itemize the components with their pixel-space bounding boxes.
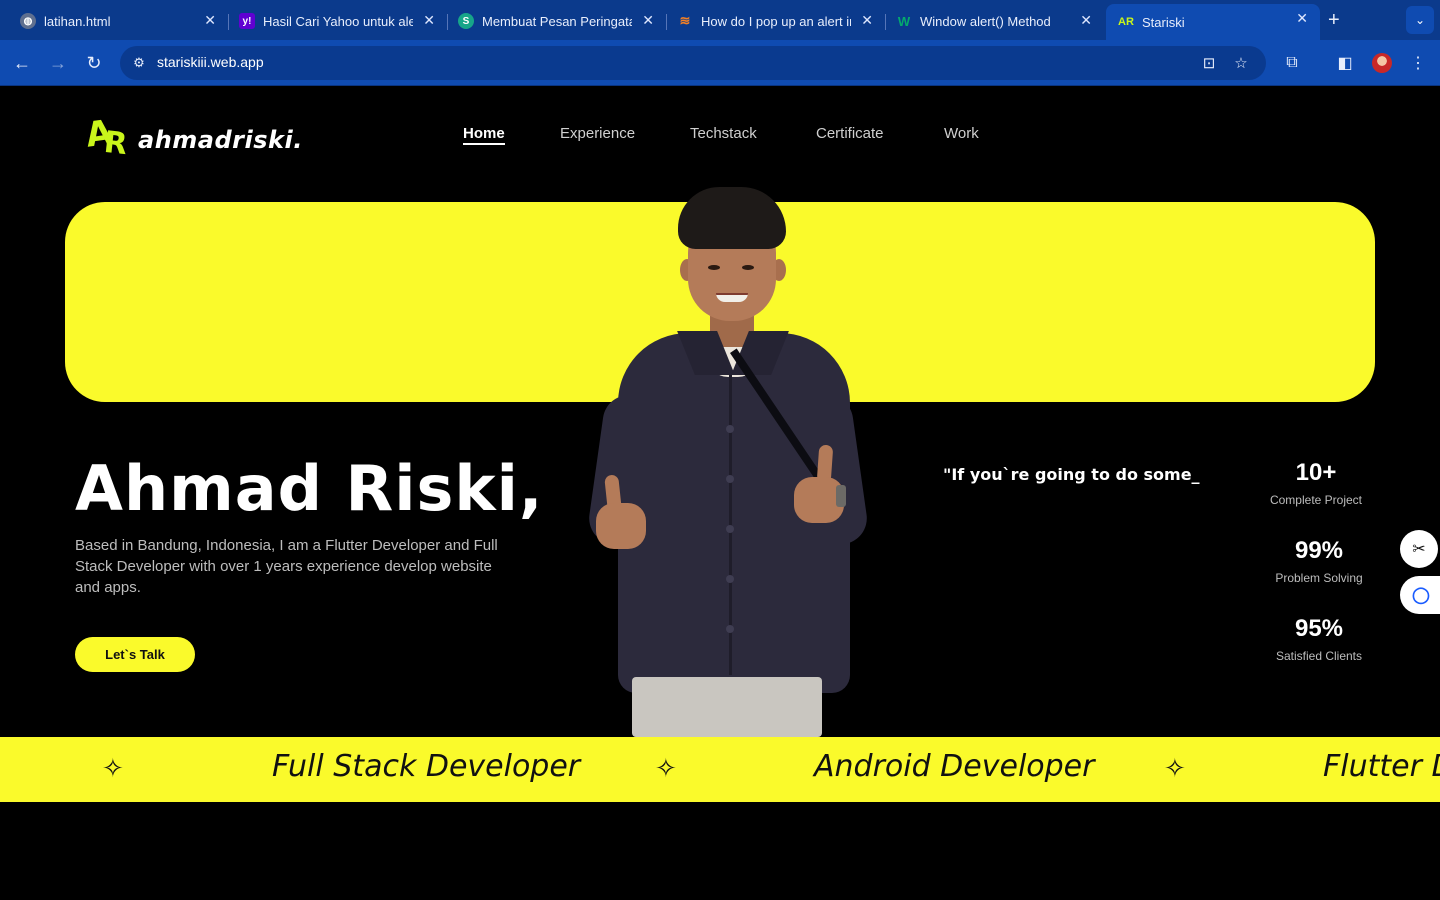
close-tab-icon[interactable]: ✕ [1296,10,1308,27]
browser-tab[interactable]: y! Hasil Cari Yahoo untuk alert ✕ [219,6,448,36]
tab-title: Stariski [1142,14,1185,30]
photo-part [726,625,734,633]
nav-certificate[interactable]: Certificate [816,125,884,142]
tab-title: Hasil Cari Yahoo untuk alert [263,13,413,29]
browser-tab-bar: ◍ latihan.html ✕ y! Hasil Cari Yahoo unt… [0,0,1440,40]
portfolio-page: A R ahmadriski. Home Experience Techstac… [0,87,1440,900]
browser-tab[interactable]: S Membuat Pesan Peringatan ✕ [438,6,667,36]
photo-part [726,525,734,533]
reload-icon[interactable]: ↻ [83,52,105,74]
logo-letter: R [102,124,129,163]
stat-complete-project: 10+ Complete Project [1246,459,1386,507]
site-logo[interactable]: A R ahmadriski. [83,112,303,163]
url-text[interactable]: stariskiii.web.app [157,54,264,70]
sparkle-icon: ✧ [655,753,677,783]
photo-part [596,503,646,549]
new-tab-icon[interactable]: + [1328,9,1340,32]
tab-title: Window alert() Method [920,13,1051,29]
s-logo-icon: S [458,13,474,29]
photo-part [708,265,720,270]
ar-logo-icon: AR [1118,16,1134,28]
photo-part [726,475,734,483]
stat-label: Problem Solving [1275,571,1363,585]
browser-toolbar: ← → ↻ ⚙ stariskiii.web.app ⊡ ☆ ⧉ ◧ ⋮ [0,40,1440,86]
stat-value: 99% [1294,537,1344,564]
photo-part [836,485,846,507]
site-info-icon[interactable]: ⚙ [130,54,148,72]
yahoo-icon: y! [239,13,255,29]
nav-techstack[interactable]: Techstack [690,125,757,142]
photo-part [726,425,734,433]
photo-part [716,293,748,302]
stat-problem-solving: 99% Problem Solving [1249,537,1389,585]
close-tab-icon[interactable]: ✕ [642,12,654,29]
close-tab-icon[interactable]: ✕ [1080,12,1092,29]
nav-work[interactable]: Work [944,125,979,142]
extensions-puzzle-icon[interactable]: ⧉ [1281,52,1303,74]
lets-talk-button[interactable]: Let`s Talk [75,637,195,672]
stat-label: Complete Project [1269,493,1363,507]
photo-part [726,575,734,583]
profile-avatar[interactable] [1372,53,1392,73]
tab-title: Membuat Pesan Peringatan [482,13,632,29]
install-app-icon[interactable]: ⊡ [1200,54,1218,72]
globe-icon: ◍ [20,13,36,29]
side-panel-icon[interactable]: ◧ [1334,52,1356,74]
close-tab-icon[interactable]: ✕ [423,12,435,29]
browser-tab[interactable]: ◍ latihan.html ✕ [0,6,229,36]
photo-part [632,677,822,737]
profile-photo [585,185,871,737]
marquee-role: Flutter D [1323,749,1440,784]
hero-name: Ahmad Riski, [75,452,544,525]
tab-title: latihan.html [44,13,111,29]
w3schools-icon: W [897,13,911,29]
back-arrow-icon[interactable]: ← [11,52,33,74]
stat-value: 10+ [1295,459,1337,486]
scissors-icon[interactable]: ✂ [1400,530,1438,568]
address-bar[interactable]: ⚙ stariskiii.web.app ⊡ ☆ [120,46,1266,80]
photo-part [678,187,786,249]
sparkle-icon: ✧ [1164,753,1186,783]
browser-menu-icon[interactable]: ⋮ [1407,52,1429,74]
bookmark-star-icon[interactable]: ☆ [1232,54,1250,72]
marquee-role: Android Developer [814,749,1095,784]
stat-label: Satisfied Clients [1275,649,1363,663]
close-tab-icon[interactable]: ✕ [204,12,216,29]
roles-marquee: ✧ Full Stack Developer ✧ Android Develop… [0,737,1440,802]
tab-title: How do I pop up an alert in [701,13,851,29]
sparkle-icon: ✧ [102,753,124,783]
forward-arrow-icon[interactable]: → [47,52,69,74]
marquee-role: Full Stack Developer [272,749,581,784]
chat-assistant-icon[interactable]: ◯ [1400,576,1440,614]
stackoverflow-icon: ≋ [679,13,691,28]
nav-home[interactable]: Home [463,125,505,145]
ar-logo-mark: A R [83,112,132,163]
logo-text: ahmadriski. [138,126,303,154]
hero-description: Based in Bandung, Indonesia, I am a Flut… [75,537,498,596]
tab-search-chevron-icon[interactable]: ⌄ [1406,6,1434,34]
close-tab-icon[interactable]: ✕ [861,12,873,29]
photo-part [742,265,754,270]
stat-satisfied-clients: 95% Satisfied Clients [1249,615,1389,663]
browser-tab[interactable]: W Window alert() Method ✕ [876,6,1104,36]
nav-experience[interactable]: Experience [560,125,635,142]
typing-quote: "If you`re going to do some_ [943,465,1200,484]
browser-tab[interactable]: ≋ How do I pop up an alert in ✕ [657,6,886,36]
browser-tab-active[interactable]: AR Stariski ✕ [1106,4,1320,40]
stat-value: 95% [1294,615,1344,642]
